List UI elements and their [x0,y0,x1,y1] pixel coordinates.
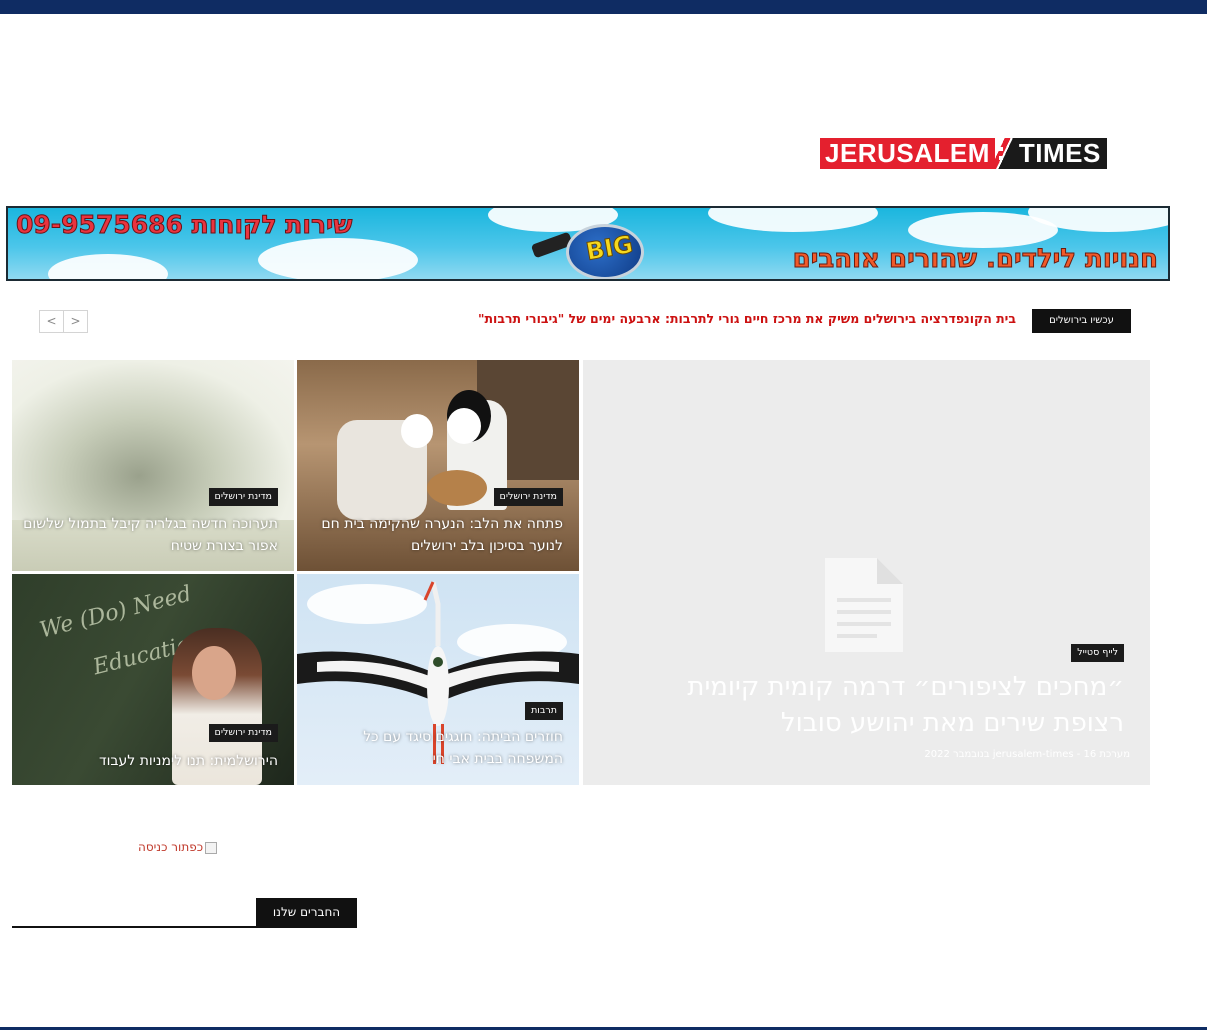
banner-slogan: חנויות לילדים. שהורים אוהבים [792,244,1158,275]
guitar [427,470,487,506]
blurred-face [401,414,433,448]
top-bar [0,0,1207,14]
article-tile[interactable]: מדינת ירושלים תערוכה חדשה בגלריה קיבל בת… [12,360,294,571]
article-title[interactable]: תערוכה חדשה בגלריה קיבל בתמול שלשום אפור… [22,513,278,557]
article-tile[interactable]: We (Do) Need Education מדינת ירושלים היר… [12,574,294,785]
banner-ad[interactable]: שירות לקוחות 09-9575686 BIG חנויות לילדי… [6,206,1170,281]
partners-divider [12,926,357,928]
article-tile[interactable]: תרבות חוזרים הביתה: חוגגים סיגד עם כל המ… [297,574,579,785]
ticker-next-button[interactable]: > [63,310,88,333]
banner-cloud [258,238,418,279]
featured-category-badge[interactable]: לייף סטייל [1071,644,1124,662]
logo-times: TIMES [1012,138,1107,169]
featured-meta: מערכת jerusalem-times - 16 בנובמבר 2022 [924,749,1130,760]
entry-button-image[interactable]: כפתור כניסה [138,840,218,854]
ticker-prev-button[interactable]: < [39,310,64,333]
banner-cloud [708,208,878,232]
banner-cloud [48,254,168,279]
article-title[interactable]: חוזרים הביתה: חוגגים סיגד עם כל המשפחה ב… [307,726,563,770]
category-badge[interactable]: מדינת ירושלים [208,724,278,742]
chalkboard-writing: We (Do) Need [37,581,194,644]
broken-image-icon [205,841,218,854]
blurred-face [447,408,481,444]
partners-heading: החברים שלנו [256,898,357,927]
category-badge[interactable]: מדינת ירושלים [208,488,278,506]
article-title[interactable]: פתחה את הלב: הנערה שהקימה בית חם לנוער ב… [307,513,563,557]
bigtoys-logo: BIG [526,218,676,279]
site-logo[interactable]: JERUSALEM TIMES [820,138,1107,169]
article-tile[interactable]: מדינת ירושלים פתחה את הלב: הנערה שהקימה … [297,360,579,571]
category-badge[interactable]: תרבות [525,702,563,720]
logo-separator [994,138,1013,169]
banner-phone-text: שירות לקוחות 09-9575686 [15,210,353,240]
article-title[interactable]: הירושלמית: תנו לימניות לעבוד [22,750,278,772]
featured-article[interactable]: לייף סטייל ״מחכים לציפורים״ דרמה קומית ק… [583,360,1150,785]
category-badge[interactable]: מדינת ירושלים [493,488,563,506]
ticker-nav: < > [39,310,88,333]
ticker-label: עכשיו בירושלים [1032,309,1131,333]
logo-jerusalem: JERUSALEM [820,138,995,169]
document-placeholder-icon [825,558,903,652]
featured-title[interactable]: ״מחכים לציפורים״ דרמה קומית קיומית רצופת… [624,669,1124,741]
ticker-headline[interactable]: בית הקונפדרציה בירושלים משיק את מרכז חיי… [478,311,1016,326]
